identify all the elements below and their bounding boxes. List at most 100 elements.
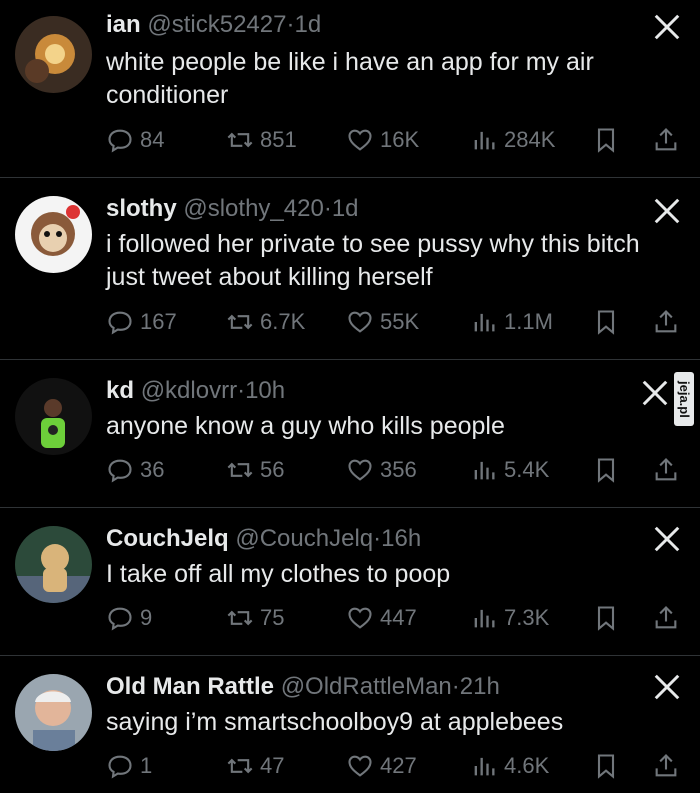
reply-button[interactable]: 36 xyxy=(106,454,164,486)
like-count: 16K xyxy=(380,127,420,152)
display-name[interactable]: kd xyxy=(106,377,134,404)
timestamp[interactable]: 16h xyxy=(381,525,421,552)
tweet-actions: 9 75 447 7.3K xyxy=(106,602,686,634)
share-button[interactable] xyxy=(652,750,680,782)
views-icon xyxy=(474,609,495,628)
repost-count: 6.7K xyxy=(260,309,306,334)
timestamp[interactable]: 10h xyxy=(245,377,285,404)
like-icon xyxy=(348,755,372,777)
views-icon xyxy=(474,461,495,480)
reply-count: 9 xyxy=(140,605,153,630)
tweet[interactable]: Old Man Rattle @OldRattleMan·21h saying … xyxy=(0,656,700,793)
repost-count: 56 xyxy=(260,457,285,482)
views-count: 1.1M xyxy=(504,309,553,334)
views-icon xyxy=(474,757,495,776)
repost-icon xyxy=(227,610,253,626)
avatar[interactable] xyxy=(15,196,92,273)
tweet-actions: 167 6.7K 55K 1.1M xyxy=(106,306,686,338)
reply-count: 167 xyxy=(140,309,177,334)
share-button[interactable] xyxy=(652,124,680,156)
like-button[interactable]: 356 xyxy=(346,454,417,486)
tweet[interactable]: ian @stick52427·1d white people be like … xyxy=(0,0,700,178)
reply-button[interactable]: 167 xyxy=(106,306,177,338)
bookmark-icon xyxy=(597,606,615,631)
bookmark-button[interactable] xyxy=(592,124,620,156)
repost-icon xyxy=(227,758,253,774)
repost-icon xyxy=(227,314,253,330)
tweet[interactable]: slothy @slothy_420·1d i followed her pri… xyxy=(0,178,700,360)
views-icon xyxy=(474,131,495,150)
display-name[interactable]: Old Man Rattle xyxy=(106,673,274,700)
bookmark-icon xyxy=(597,128,615,153)
bookmark-button[interactable] xyxy=(592,454,620,486)
reply-count: 36 xyxy=(140,457,165,482)
user-handle[interactable]: @slothy_420 xyxy=(183,195,323,222)
views-button[interactable]: 284K xyxy=(470,124,555,156)
reply-icon xyxy=(108,459,132,483)
bookmark-icon xyxy=(597,754,615,779)
display-name[interactable]: ian xyxy=(106,11,141,38)
user-handle[interactable]: @OldRattleMan xyxy=(281,673,452,700)
share-button[interactable] xyxy=(652,602,680,634)
x-logo-icon xyxy=(652,12,682,42)
share-button[interactable] xyxy=(652,306,680,338)
like-button[interactable]: 55K xyxy=(346,306,419,338)
repost-button[interactable]: 75 xyxy=(226,602,284,634)
repost-count: 75 xyxy=(260,605,285,630)
bookmark-button[interactable] xyxy=(592,602,620,634)
user-handle[interactable]: @stick52427 xyxy=(147,11,286,38)
reply-count: 84 xyxy=(140,127,165,152)
like-button[interactable]: 427 xyxy=(346,750,417,782)
timestamp[interactable]: 21h xyxy=(460,673,500,700)
like-icon xyxy=(348,129,372,151)
share-icon xyxy=(655,754,677,777)
avatar[interactable] xyxy=(15,16,92,93)
x-logo-icon xyxy=(652,196,682,226)
repost-button[interactable]: 47 xyxy=(226,750,284,782)
avatar[interactable] xyxy=(15,674,92,751)
like-icon xyxy=(348,311,372,333)
reply-button[interactable]: 1 xyxy=(106,750,152,782)
reply-icon xyxy=(108,755,132,779)
tweet-header: slothy @slothy_420·1d xyxy=(106,194,359,224)
display-name[interactable]: slothy xyxy=(106,195,177,222)
reply-button[interactable]: 84 xyxy=(106,124,164,156)
views-button[interactable]: 1.1M xyxy=(470,306,553,338)
views-count: 7.3K xyxy=(504,605,550,630)
repost-icon xyxy=(227,132,253,148)
timestamp[interactable]: 1d xyxy=(332,195,359,222)
tweet[interactable]: kd @kdlovrr·10h anyone know a guy who ki… xyxy=(0,360,700,508)
tweet-text: white people be like i have an app for m… xyxy=(106,48,594,109)
separator-dot: · xyxy=(323,195,332,222)
x-logo-icon xyxy=(652,672,682,702)
repost-button[interactable]: 6.7K xyxy=(226,306,305,338)
x-logo-icon xyxy=(640,378,670,408)
like-count: 356 xyxy=(380,457,417,482)
avatar[interactable] xyxy=(15,526,92,603)
repost-button[interactable]: 851 xyxy=(226,124,297,156)
user-handle[interactable]: @CouchJelq xyxy=(235,525,373,552)
reply-count: 1 xyxy=(140,753,153,778)
share-button[interactable] xyxy=(652,454,680,486)
share-icon xyxy=(655,606,677,629)
display-name[interactable]: CouchJelq xyxy=(106,525,229,552)
tweet-text: anyone know a guy who kills people xyxy=(106,412,505,440)
reply-button[interactable]: 9 xyxy=(106,602,152,634)
like-button[interactable]: 447 xyxy=(346,602,417,634)
views-button[interactable]: 4.6K xyxy=(470,750,549,782)
timestamp[interactable]: 1d xyxy=(294,11,321,38)
like-count: 55K xyxy=(380,309,420,334)
repost-button[interactable]: 56 xyxy=(226,454,284,486)
share-icon xyxy=(655,310,677,333)
tweet[interactable]: CouchJelq @CouchJelq·16h I take off all … xyxy=(0,508,700,656)
like-count: 427 xyxy=(380,753,417,778)
bookmark-button[interactable] xyxy=(592,750,620,782)
avatar[interactable] xyxy=(15,378,92,455)
views-button[interactable]: 5.4K xyxy=(470,454,549,486)
like-button[interactable]: 16K xyxy=(346,124,419,156)
bookmark-button[interactable] xyxy=(592,306,620,338)
separator-dot: · xyxy=(451,673,460,700)
views-button[interactable]: 7.3K xyxy=(470,602,549,634)
user-handle[interactable]: @kdlovrr xyxy=(141,377,237,404)
tweet-actions: 1 47 427 4.6K xyxy=(106,750,686,782)
